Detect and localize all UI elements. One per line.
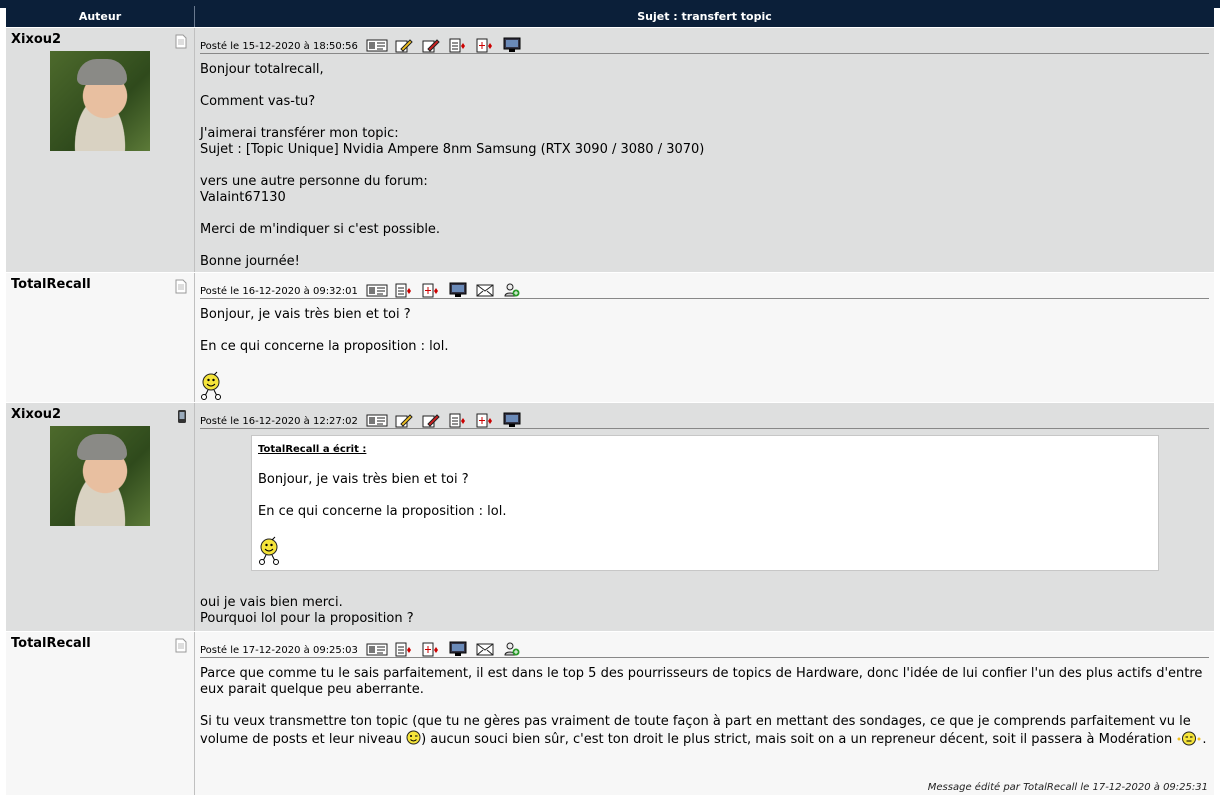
author-name[interactable]: TotalRecall	[11, 277, 189, 292]
post-meta: Posté le 16-12-2020 à 09:32:01	[200, 277, 1209, 299]
profile-card-icon[interactable]	[366, 412, 388, 428]
post-author-cell: Xixou2	[6, 403, 195, 631]
post-line: Comment vas-tu?	[200, 94, 316, 109]
post-line: Merci de m'indiquer si c'est possible.	[200, 222, 441, 237]
computer-icon[interactable]	[447, 282, 469, 298]
post-text: ) aucun souci bien sûr, c'est ton droit …	[421, 732, 1177, 747]
author-name[interactable]: Xixou2	[11, 32, 189, 47]
forum-thread: Auteur Sujet : transfert topic Xixou2 Po…	[6, 6, 1214, 795]
quote-icon[interactable]	[447, 412, 469, 428]
post-line: Bonne journée!	[200, 254, 300, 269]
post-meta: Posté le 16-12-2020 à 12:27:02	[200, 407, 1209, 429]
multi-quote-icon[interactable]	[474, 37, 496, 53]
profile-card-icon[interactable]	[366, 282, 388, 298]
multi-quote-icon[interactable]	[474, 412, 496, 428]
post-body: Bonjour, je vais très bien et toi ? En c…	[200, 299, 1209, 401]
quote-icon[interactable]	[447, 37, 469, 53]
post-line: J'aimerai transférer mon topic:	[200, 126, 399, 141]
edited-note: Message édité par TotalRecall le 17-12-2…	[927, 782, 1208, 793]
quote-icon[interactable]	[393, 282, 415, 298]
author-name[interactable]: TotalRecall	[11, 636, 189, 651]
post-toolbar	[366, 412, 523, 428]
post-paragraph: Si tu veux transmettre ton topic (que tu…	[200, 714, 1209, 748]
quote-icon[interactable]	[393, 641, 415, 657]
sleepy-smiley-icon	[1176, 731, 1202, 746]
post-message: Posté le 16-12-2020 à 09:32:01 Bonjour, …	[195, 273, 1214, 402]
post-meta: Posté le 17-12-2020 à 09:25:03	[200, 636, 1209, 658]
post-meta: Posté le 15-12-2020 à 18:50:56	[200, 32, 1209, 54]
quote-header[interactable]: TotalRecall a écrit :	[258, 442, 1152, 458]
post-message: Posté le 17-12-2020 à 09:25:03 Parce que…	[195, 632, 1214, 795]
add-friend-icon[interactable]	[501, 282, 523, 298]
avatar[interactable]	[50, 51, 150, 151]
quote-line: En ce qui concerne la proposition : lol.	[258, 504, 507, 519]
post-message: Posté le 16-12-2020 à 12:27:02 TotalReca…	[195, 403, 1214, 631]
post-line: Valaint67130	[200, 190, 286, 205]
post-body: Bonjour totalrecall, Comment vas-tu? J'a…	[200, 54, 1209, 270]
profile-card-icon[interactable]	[366, 37, 388, 53]
document-icon	[175, 34, 187, 49]
smiley-icon	[200, 371, 1209, 401]
edit-icon[interactable]	[393, 412, 415, 428]
post-date: Posté le 17-12-2020 à 09:25:03	[200, 645, 358, 656]
document-icon	[175, 638, 187, 653]
quote-line: Bonjour, je vais très bien et toi ?	[258, 472, 469, 487]
edit-red-icon[interactable]	[420, 37, 442, 53]
document-icon	[175, 279, 187, 294]
post-author-cell: Xixou2	[6, 28, 195, 272]
post-toolbar	[366, 37, 523, 53]
post-line: Pourquoi lol pour la proposition ?	[200, 611, 414, 626]
subject-column-header: Sujet : transfert topic	[637, 10, 772, 23]
author-name[interactable]: Xixou2	[11, 407, 189, 422]
multi-quote-icon[interactable]	[420, 641, 442, 657]
post-message: Posté le 15-12-2020 à 18:50:56 Bonjour t…	[195, 28, 1214, 272]
post-line: oui je vais bien merci.	[200, 595, 343, 610]
post-body: TotalRecall a écrit : Bonjour, je vais t…	[200, 435, 1209, 627]
post-toolbar	[366, 641, 523, 657]
post: Xixou2 Posté le 15-12-2020 à 18:50:56 Bo…	[6, 27, 1214, 272]
post-author-cell: TotalRecall	[6, 632, 195, 795]
profile-card-icon[interactable]	[366, 641, 388, 657]
multi-quote-icon[interactable]	[420, 282, 442, 298]
edit-red-icon[interactable]	[420, 412, 442, 428]
mobile-phone-icon	[177, 409, 187, 424]
post-line: vers une autre personne du forum:	[200, 174, 428, 189]
post-paragraph: Parce que comme tu le sais parfaitement,…	[200, 666, 1203, 697]
post-line: En ce qui concerne la proposition : lol.	[200, 339, 449, 354]
post-date: Posté le 15-12-2020 à 18:50:56	[200, 41, 358, 52]
quote-block: TotalRecall a écrit : Bonjour, je vais t…	[251, 435, 1159, 571]
post-date: Posté le 16-12-2020 à 12:27:02	[200, 416, 358, 427]
post-toolbar	[366, 282, 523, 298]
mail-icon[interactable]	[474, 641, 496, 657]
mail-icon[interactable]	[474, 282, 496, 298]
post-line: Bonjour totalrecall,	[200, 62, 324, 77]
post-date: Posté le 16-12-2020 à 09:32:01	[200, 286, 358, 297]
wink-smiley-icon	[406, 730, 421, 745]
thread-header: Auteur Sujet : transfert topic	[6, 6, 1214, 27]
computer-icon[interactable]	[447, 641, 469, 657]
author-column-header: Auteur	[6, 6, 195, 27]
post-text: .	[1202, 732, 1207, 747]
post-line: Bonjour, je vais très bien et toi ?	[200, 307, 411, 322]
computer-icon[interactable]	[501, 412, 523, 428]
computer-icon[interactable]	[501, 37, 523, 53]
post-author-cell: TotalRecall	[6, 273, 195, 402]
post: Xixou2 Posté le 16-12-2020 à 12:27:02 To…	[6, 402, 1214, 631]
post-body: Parce que comme tu le sais parfaitement,…	[200, 658, 1209, 748]
avatar[interactable]	[50, 426, 150, 526]
post-line: Sujet : [Topic Unique] Nvidia Ampere 8nm…	[200, 142, 705, 157]
post: TotalRecall Posté le 17-12-2020 à 09:25:…	[6, 631, 1214, 795]
post: TotalRecall Posté le 16-12-2020 à 09:32:…	[6, 272, 1214, 402]
smiley-icon	[258, 536, 1152, 566]
add-friend-icon[interactable]	[501, 641, 523, 657]
edit-icon[interactable]	[393, 37, 415, 53]
